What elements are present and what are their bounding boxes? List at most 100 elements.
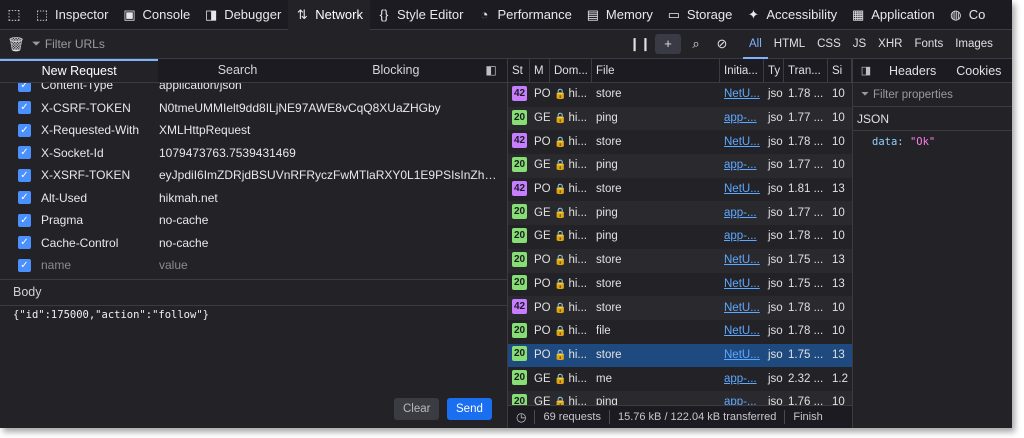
trash-icon[interactable]: 🗑	[0, 36, 32, 53]
header-name[interactable]: name	[41, 258, 71, 272]
initiator-link[interactable]: NetU...	[724, 278, 760, 290]
column-header[interactable]: Ty	[764, 59, 784, 82]
request-row[interactable]: 20 GE 🔒 hi... ping app-... jso 1.78 ... 10	[508, 225, 852, 249]
filter-type-all[interactable]: All	[743, 30, 768, 59]
tab-inspector[interactable]: ⬚ Inspector	[28, 0, 115, 30]
header-checkbox[interactable]: ✓	[18, 101, 31, 115]
tab-style-editor[interactable]: {} Style Editor	[370, 0, 470, 30]
tab-search[interactable]: Search	[158, 59, 316, 82]
tab-accessibility[interactable]: ✦ Accessibility	[739, 0, 844, 30]
request-row[interactable]: 20 GE 🔒 hi... ping app-... jso 1.77 ... 10	[508, 154, 852, 178]
header-value[interactable]: application/json	[159, 83, 503, 92]
clear-button[interactable]: Clear	[394, 398, 440, 420]
column-header[interactable]: Si	[828, 59, 852, 82]
request-row[interactable]: 42 PO 🔒 hi... store NetU... jso 1.81 ... 13	[508, 178, 852, 202]
filter-type-xhr[interactable]: XHR	[872, 38, 908, 50]
filter-type-js[interactable]: JS	[847, 38, 872, 50]
column-header[interactable]: St	[508, 59, 530, 82]
search-icon[interactable]: ⌕	[683, 36, 709, 52]
header-value[interactable]: XMLHttpRequest	[159, 123, 503, 137]
request-row[interactable]: 20 GE 🔒 hi... ping app-... jso 1.77 ... 10	[508, 106, 852, 131]
tab-memory[interactable]: ▤ Memory	[579, 0, 660, 30]
request-row[interactable]: 20 PO 🔒 hi... file NetU... jso 1.78 ... 10	[508, 320, 852, 344]
initiator-link[interactable]: NetU...	[724, 349, 760, 361]
header-name[interactable]: Alt-Used	[41, 191, 87, 205]
request-row[interactable]: 20 GE 🔒 hi... ping app-... jso 1.77 ... 10	[508, 201, 852, 226]
collapse-panel-icon[interactable]: ◧	[475, 59, 507, 82]
request-row[interactable]: 42 PO 🔒 hi... store NetU... jso 1.78 ... 10	[508, 130, 852, 154]
request-row[interactable]: 42 PO 🔒 hi... store NetU... jso 1.78 ... 10	[508, 296, 852, 320]
new-request-button[interactable]: +	[655, 34, 681, 54]
header-name[interactable]: X-Requested-With	[41, 123, 139, 137]
request-row[interactable]: 20 PO 🔒 hi... store NetU... jso 1.75 ... 13	[508, 273, 852, 297]
header-value[interactable]: hikmah.net	[159, 191, 503, 205]
header-checkbox[interactable]: ✓	[18, 236, 31, 250]
header-checkbox[interactable]: ✓	[18, 191, 31, 205]
header-value[interactable]: no-cache	[159, 213, 503, 227]
pause-icon[interactable]: ❙❙	[627, 36, 653, 52]
header-name[interactable]: Pragma	[41, 213, 83, 227]
filter-type-fonts[interactable]: Fonts	[908, 38, 949, 50]
filter-properties-input[interactable]: ⏷ Filter properties	[853, 83, 1012, 107]
filter-urls-input[interactable]: Filter URLs	[45, 37, 105, 51]
initiator-link[interactable]: app-...	[724, 373, 757, 385]
column-header[interactable]: Tran...	[784, 59, 828, 82]
body-editor[interactable]: {"id":175000,"action":"follow"}	[13, 309, 209, 321]
initiator-link[interactable]: app-...	[724, 396, 757, 405]
header-value[interactable]: N0tmeUMMIelt9dd8ILjNE97AWE8vCqQ8XUaZHGby	[159, 101, 503, 115]
header-value[interactable]: value	[159, 258, 503, 272]
header-name[interactable]: Content-Type	[41, 83, 113, 92]
filter-type-css[interactable]: CSS	[811, 38, 847, 50]
column-header[interactable]: M	[530, 59, 550, 82]
toggle-sidebar-icon[interactable]: ◨	[853, 64, 879, 77]
header-name[interactable]: Cache-Control	[41, 236, 118, 250]
tab-debugger[interactable]: ◨ Debugger	[197, 0, 288, 30]
column-header[interactable]: File	[592, 59, 720, 82]
filter-type-html[interactable]: HTML	[768, 38, 811, 50]
header-name[interactable]: X-XSRF-TOKEN	[41, 168, 130, 182]
header-value[interactable]: no-cache	[159, 236, 503, 250]
request-row[interactable]: 20 GE 🔒 hi... me app-... jso 2.32 ... 1.2	[508, 367, 852, 391]
header-checkbox[interactable]: ✓	[18, 213, 31, 227]
request-row[interactable]: 20 PO 🔒 hi... store NetU... jso 1.75 ... 13	[508, 343, 852, 368]
request-row[interactable]: 20 PO 🔒 hi... store NetU... jso 1.75 ... 13	[508, 248, 852, 273]
tab-cookies[interactable]: Cookies	[946, 64, 1011, 78]
tab-console[interactable]: ▣ Console	[115, 0, 197, 30]
tab-storage[interactable]: ▭ Storage	[660, 0, 740, 30]
initiator-link[interactable]: NetU...	[724, 254, 760, 266]
initiator-link[interactable]: NetU...	[724, 325, 760, 337]
send-button[interactable]: Send	[447, 398, 492, 420]
element-picker-icon[interactable]: ⬚	[0, 0, 28, 30]
initiator-link[interactable]: app-...	[724, 112, 757, 124]
request-row[interactable]: 42 PO 🔒 hi... store NetU... jso 1.78 ... 10	[508, 83, 852, 107]
column-header[interactable]: Dom...	[550, 59, 592, 82]
header-checkbox[interactable]: ✓	[18, 83, 31, 92]
column-header[interactable]: Initia...	[720, 59, 764, 82]
tab-performance[interactable]: ◔ Performance	[470, 0, 578, 30]
tab-new-request[interactable]: New Request	[0, 59, 159, 82]
filter-type-images[interactable]: Images	[949, 38, 999, 50]
initiator-link[interactable]: NetU...	[724, 183, 760, 195]
tab-co[interactable]: ◍ Co	[942, 0, 993, 30]
header-value[interactable]: eyJpdiI6ImZDRjdBSUVnRFRyczFwMTlaRXY0L1E9…	[159, 168, 503, 182]
tab-network[interactable]: ⇅ Network	[288, 0, 370, 30]
initiator-link[interactable]: NetU...	[724, 88, 760, 100]
tab-blocking[interactable]: Blocking	[317, 59, 475, 82]
header-name[interactable]: X-CSRF-TOKEN	[41, 101, 131, 115]
initiator-link[interactable]: app-...	[724, 207, 757, 219]
header-checkbox[interactable]: ✓	[18, 258, 31, 272]
block-icon[interactable]: ⊘	[709, 36, 735, 52]
initiator-link[interactable]: NetU...	[724, 302, 760, 314]
request-row[interactable]: 20 GE 🔒 hi... ping app-... jso 1.76 ... 10	[508, 390, 852, 405]
initiator-link[interactable]: NetU...	[724, 136, 760, 148]
tab-headers[interactable]: Headers	[879, 64, 946, 78]
header-name[interactable]: X-Socket-Id	[41, 146, 104, 160]
header-checkbox[interactable]: ✓	[18, 168, 31, 182]
performance-icon[interactable]: ◷	[516, 410, 526, 424]
initiator-link[interactable]: app-...	[724, 159, 757, 171]
tab-application[interactable]: ▦ Application	[844, 0, 942, 30]
header-value[interactable]: 1079473763.7539431469	[159, 146, 503, 160]
header-checkbox[interactable]: ✓	[18, 146, 31, 160]
header-checkbox[interactable]: ✓	[18, 123, 31, 137]
initiator-link[interactable]: app-...	[724, 230, 757, 242]
